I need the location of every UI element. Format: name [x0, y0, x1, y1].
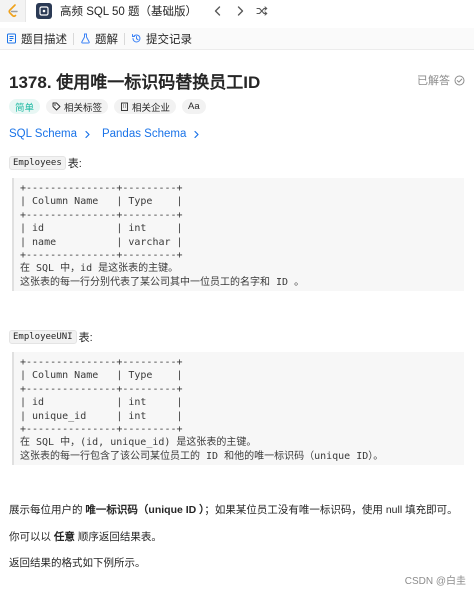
prev-problem-button[interactable]: [207, 0, 229, 22]
description-text: ；如果某位员工没有唯一标识码，使用 null 填充即可。: [204, 504, 458, 516]
pandas-schema-label: Pandas Schema: [101, 128, 187, 140]
problem-title: 1378. 使用唯一标识码替换员工ID: [9, 72, 261, 92]
employees-table-name: Employees: [9, 156, 66, 170]
chevron-left-icon: [214, 6, 221, 16]
solved-label: 已解答: [417, 75, 450, 87]
tab-description[interactable]: 题目描述: [0, 28, 73, 50]
order-text: 顺序返回结果表。: [74, 531, 162, 543]
flask-icon: [81, 33, 90, 44]
employees-table-heading: Employees 表:: [9, 155, 82, 171]
problem-title-row: 1378. 使用唯一标识码替换员工ID 已解答: [9, 70, 465, 92]
related-topics-label: 相关标签: [64, 102, 103, 114]
solved-status: 已解答: [417, 72, 465, 88]
employees-schema-block: +---------------+---------+ | Column Nam…: [12, 178, 464, 291]
tab-bar: 题目描述 题解 提交记录: [0, 28, 474, 50]
tab-solutions[interactable]: 题解: [74, 28, 124, 50]
difficulty-badge: 简单: [9, 99, 41, 114]
description-text: 展示每位用户的: [9, 504, 86, 516]
chevron-right-icon: [194, 130, 199, 138]
watermark: CSDN @白圭: [404, 576, 466, 587]
shuffle-icon: [256, 6, 268, 16]
description-emphasis: 唯一标识码（unique ID ）: [85, 504, 205, 516]
history-icon: [132, 34, 141, 43]
schema-links: SQL Schema Pandas Schema: [9, 128, 211, 140]
employees-table-suffix: 表:: [67, 158, 82, 170]
logo-icon[interactable]: [0, 0, 26, 22]
tab-description-label: 题目描述: [21, 33, 67, 46]
employeeuni-schema-block: +---------------+---------+ | Column Nam…: [12, 352, 464, 465]
chevron-right-icon: [237, 6, 244, 16]
format-paragraph: 返回结果的格式如下例所示。: [9, 557, 146, 569]
tab-submissions-label: 提交记录: [146, 33, 192, 46]
description-paragraph: 展示每位用户的 唯一标识码（unique ID ）；如果某位员工没有唯一标识码，…: [9, 502, 458, 517]
order-emphasis: 任意: [53, 531, 75, 543]
employeeuni-table-heading: EmployeeUNI 表:: [9, 329, 93, 345]
top-bar: 高频 SQL 50 题（基础版）: [0, 0, 474, 22]
tag-icon: [52, 102, 61, 111]
problem-tags: 简单 相关标签 相关企业 Aa: [9, 99, 212, 114]
tab-solutions-label: 题解: [95, 33, 118, 46]
employeeuni-table-suffix: 表:: [78, 332, 93, 344]
next-problem-button[interactable]: [229, 0, 251, 22]
tab-submissions[interactable]: 提交记录: [125, 28, 198, 50]
problem-list-icon[interactable]: [36, 3, 52, 19]
related-companies-tag[interactable]: 相关企业: [114, 99, 177, 114]
check-circle-icon: [454, 75, 465, 85]
document-icon: [7, 33, 16, 44]
order-paragraph: 你可以以 任意 顺序返回结果表。: [9, 529, 162, 544]
related-topics-tag[interactable]: 相关标签: [46, 99, 109, 114]
sql-schema-link[interactable]: SQL Schema: [9, 128, 92, 140]
sql-schema-label: SQL Schema: [9, 128, 77, 140]
employeeuni-table-name: EmployeeUNI: [9, 330, 77, 344]
related-companies-label: 相关企业: [132, 102, 171, 114]
problem-list-title[interactable]: 高频 SQL 50 题（基础版）: [60, 3, 197, 19]
pandas-schema-link[interactable]: Pandas Schema: [102, 128, 201, 140]
chevron-right-icon: [85, 130, 90, 138]
font-size-button[interactable]: Aa: [182, 99, 206, 114]
order-text: 你可以以: [9, 531, 54, 543]
building-icon: [121, 102, 128, 111]
random-problem-button[interactable]: [251, 0, 273, 22]
